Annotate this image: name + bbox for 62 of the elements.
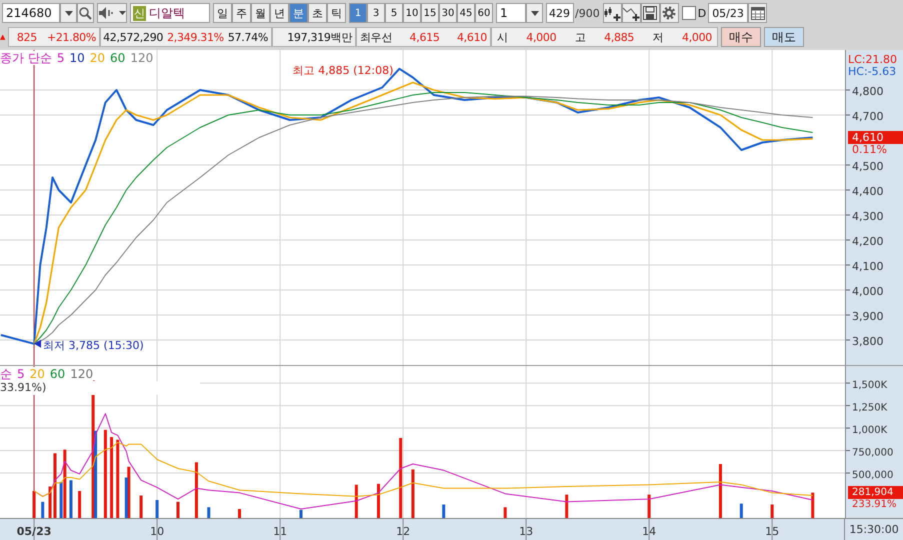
high-price: 4,885 xyxy=(604,30,634,44)
legend-label: 5 xyxy=(17,367,25,381)
volume-axis-label: 1,000K xyxy=(852,425,888,436)
total-count: /900 xyxy=(575,6,600,20)
legend-label: 60 xyxy=(110,51,126,65)
time-axis-label: 05/23 xyxy=(16,525,52,538)
price-axis-label: 4,300 xyxy=(852,210,884,223)
price-axis-label: 3,900 xyxy=(852,310,884,323)
time-axis-label: 10 xyxy=(150,525,164,538)
low-price-note: 최저 3,785 (15:30) xyxy=(43,338,144,352)
hc-value: HC:-5.63 xyxy=(848,65,896,78)
low-price: 4,000 xyxy=(682,30,712,44)
price-axis-label: 4,800 xyxy=(852,85,884,98)
volume-ratio: 2,349.31% xyxy=(167,30,224,44)
volume-axis-label: 750,000 xyxy=(852,448,894,459)
volume-change-percent: 233.91% xyxy=(852,498,896,511)
legend-label: 10 xyxy=(69,51,85,65)
legend-label: 120 xyxy=(70,367,94,381)
current-volume-tag: 281,904 xyxy=(848,486,903,499)
trade-volume: 42,572,290 xyxy=(103,30,164,44)
price-change-percent: 0.11% xyxy=(852,144,887,156)
stock-name: 디알텍 xyxy=(149,4,185,22)
low-label: 저 xyxy=(652,30,664,44)
high-label: 고 xyxy=(574,30,586,44)
legend-label: 순 xyxy=(0,367,12,381)
current-price-tag: 4,610 xyxy=(848,130,903,144)
time-axis-label: 14 xyxy=(642,525,656,538)
legend-label: 5 xyxy=(56,51,64,65)
lc-value: LC:21.80 xyxy=(848,53,898,66)
trade-amount: 197,319백만 xyxy=(287,30,352,44)
price-axis-label: 4,400 xyxy=(852,185,884,198)
price-axis-label: 4,100 xyxy=(852,260,884,273)
legend-label: 60 xyxy=(50,367,66,381)
volume-axis-label: 500,000 xyxy=(852,470,894,482)
legend-label: 120 xyxy=(130,51,154,65)
best-quote-label: 최우선 xyxy=(360,30,392,44)
time-axis-label: 11 xyxy=(273,525,288,538)
price-axis-label: 4,000 xyxy=(852,285,884,298)
time-axis-label: 12 xyxy=(396,525,410,538)
best-bid: 4,610 xyxy=(456,30,487,44)
best-ask: 4,615 xyxy=(410,30,440,44)
time-axis-label: 15 xyxy=(765,525,780,538)
price-change: 825 xyxy=(16,30,37,44)
high-price-note: 최고 4,885 (12:08) xyxy=(292,64,394,77)
checkbox-label: D xyxy=(698,6,706,20)
legend-label: 20 xyxy=(90,51,106,65)
volume-axis-label: 1,500K xyxy=(852,380,888,392)
legend-label: 20 xyxy=(30,367,45,381)
price-axis-label: 4,500 xyxy=(852,160,884,173)
volume-axis-label: 1,250K xyxy=(852,402,888,414)
open-label: 시 xyxy=(497,30,508,44)
change-percent: +21.80% xyxy=(46,30,96,44)
new-listing-badge: 신 xyxy=(133,6,146,20)
legend-label: 종가 단순 xyxy=(0,51,52,65)
price-axis-label: 4,700 xyxy=(852,110,884,123)
legend-note: 33.91%) xyxy=(0,381,200,395)
time-label: 15:30:00 xyxy=(849,523,899,536)
turnover-rate: 57.74% xyxy=(228,30,268,44)
price-axis-label: 4,200 xyxy=(852,235,884,248)
price-axis-label: 3,800 xyxy=(852,335,884,348)
open-price: 4,000 xyxy=(526,30,556,44)
time-axis-label: 13 xyxy=(519,525,534,538)
